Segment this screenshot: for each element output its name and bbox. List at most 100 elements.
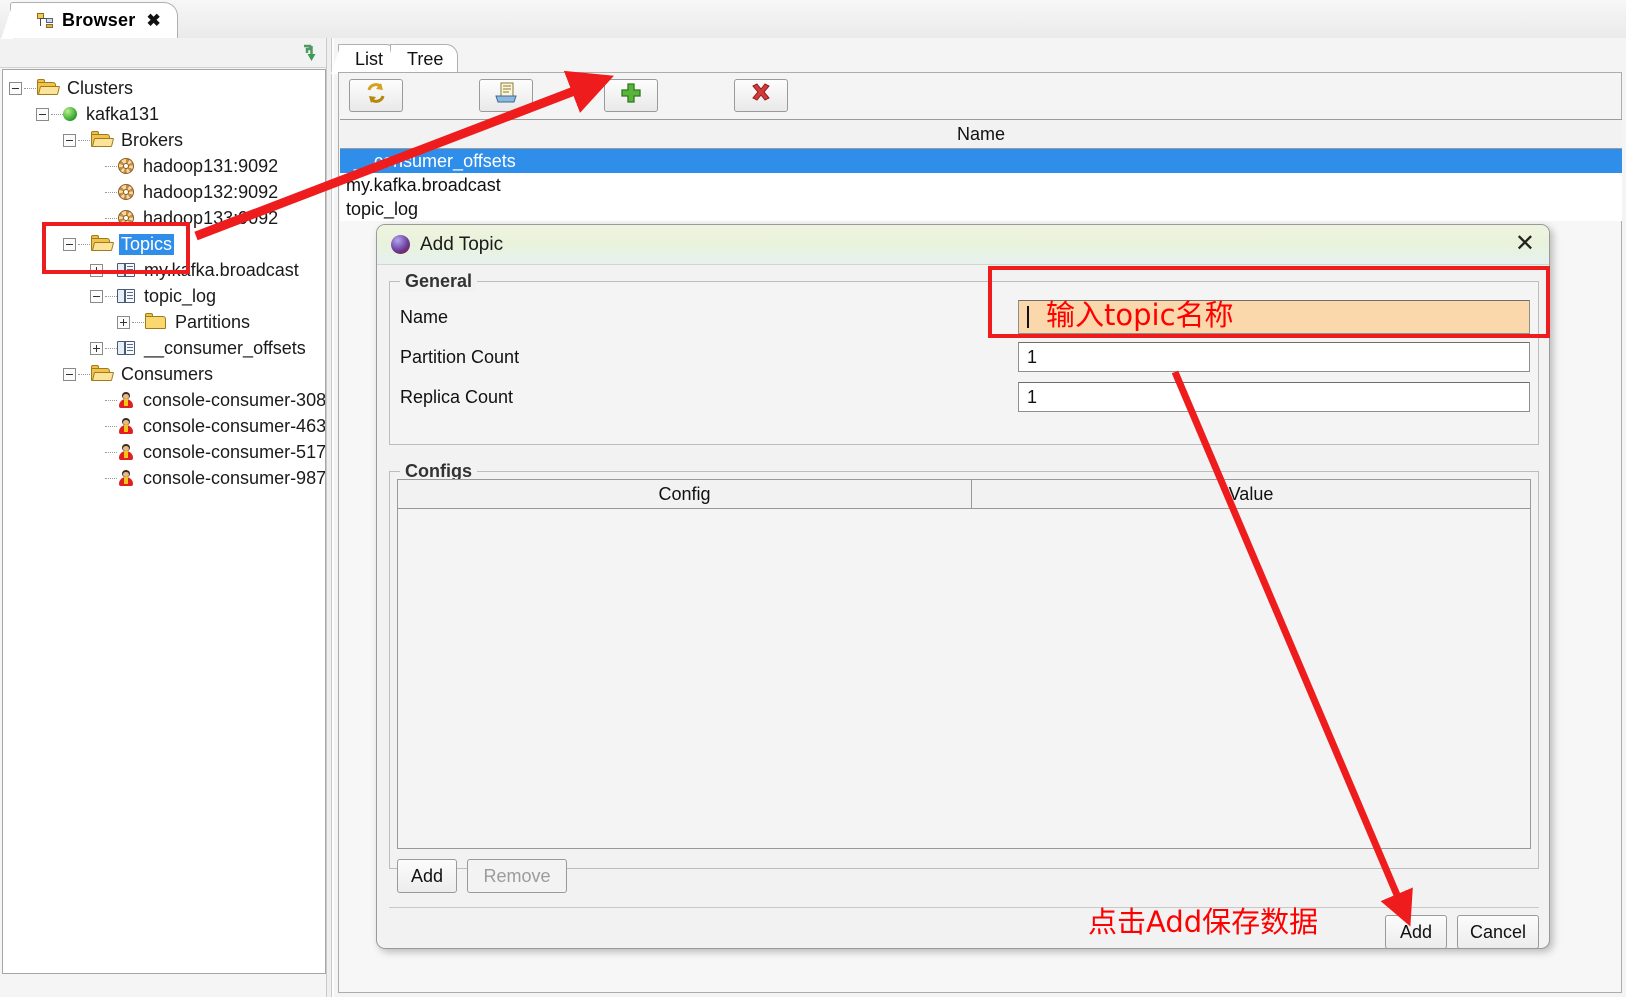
name-label: Name [400,307,449,327]
dialog-title: Add Topic [420,233,504,255]
panel-splitter[interactable] [326,38,332,997]
dialog-footer-divider [389,907,1539,908]
tree-node-console-consumer-517[interactable]: console-consumer-517 [3,439,325,465]
green-plus-icon [620,82,642,109]
collapse-icon[interactable] [9,81,22,95]
tree-node-console-consumer-308[interactable]: console-consumer-308 [3,387,325,413]
tree-connector [105,347,117,349]
delete-button[interactable] [734,79,788,112]
cluster-tree[interactable]: Clusters kafka131 Brokers hadoop131:9092 had… [2,69,326,974]
tree-hierarchy-icon [37,13,54,28]
tree-node-label: kafka131 [86,103,160,124]
replica-count-input[interactable]: 1 [1018,382,1530,412]
topic-name-cell: my.kafka.broadcast [346,174,501,195]
expand-icon[interactable] [90,341,103,355]
tree-node-label: Partitions [175,311,251,332]
annotation-save-hint: 点击Add保存数据 [1088,905,1319,939]
export-button[interactable] [479,79,533,112]
configs-col-value[interactable]: Value [972,480,1530,508]
sidebar-toolbar [0,38,330,68]
config-add-button[interactable]: Add [397,859,457,893]
dialog-cancel-button[interactable]: Cancel [1457,915,1539,948]
tree-node-label: console-consumer-517 [143,441,326,462]
tree-node-label: hadoop131:9092 [143,155,279,176]
replica-count-label: Replica Count [400,387,514,407]
tree-node-consumer-offsets[interactable]: __consumer_offsets [3,335,325,361]
dialog-close-icon[interactable]: ✕ [1515,232,1535,256]
tree-connector [105,451,117,453]
tree-node-label: console-consumer-308 [143,389,326,410]
refresh-arrows-icon [364,81,388,110]
folder-open-icon [36,79,61,97]
tree-node-label: topic_log [144,285,217,306]
tab-browser[interactable]: Browser ✖ [1,2,178,39]
tree-node-label: Consumers [121,363,214,384]
tree-connector [105,191,117,193]
view-tabs: List Tree [330,42,459,74]
tree-node-label: console-consumer-987 [143,467,326,488]
tree-node-kafka131[interactable]: kafka131 [3,101,325,127]
tree-connector [78,373,90,375]
tab-label: Tree [407,49,444,69]
tree-node-hadoop131-9092[interactable]: hadoop131:9092 [3,153,325,179]
list-column-header-name: Name [956,123,1005,144]
collapse-icon[interactable] [36,107,49,121]
topic-book-icon [117,287,137,305]
consumer-icon [117,417,135,435]
gear-icon [117,183,135,201]
collapse-icon[interactable] [90,289,103,303]
partition-count-input[interactable]: 1 [1018,342,1530,372]
tree-node-topic-log[interactable]: topic_log [3,283,325,309]
close-icon[interactable]: ✖ [146,11,160,31]
consumer-icon [117,391,135,409]
tree-node-label: console-consumer-463 [143,415,326,436]
topic-name-cell: __consumer_offsets [354,150,516,171]
config-remove-button[interactable]: Remove [467,859,567,893]
tree-node-label: Brokers [121,129,184,150]
tree-node-hadoop132-9092[interactable]: hadoop132:9092 [3,179,325,205]
red-x-icon [750,82,772,109]
tree-connector [105,477,117,479]
collapse-icon[interactable] [63,133,76,147]
tree-node-console-consumer-987[interactable]: console-consumer-987 [3,465,325,491]
dialog-title-bar: Add Topic ✕ [377,225,1549,265]
topic-name-cell: topic_log [346,198,419,219]
tab-tree[interactable]: Tree [382,44,459,74]
table-row[interactable]: __consumer_offsets [340,149,1622,173]
tree-node-brokers[interactable]: Brokers [3,127,325,153]
tree-node-label: Clusters [67,77,134,98]
table-row[interactable]: topic_log [340,197,1622,221]
green-sphere-icon [63,107,77,121]
refresh-button[interactable] [349,79,403,112]
tree-connector [51,113,63,115]
tree-connector [105,399,117,401]
replica-count-value: 1 [1027,386,1038,407]
topic-book-icon [117,339,137,357]
topic-list-rows: __consumer_offsets my.kafka.broadcast topi… [340,149,1622,221]
tree-connector [105,165,117,167]
consumer-icon [117,443,135,461]
annotation-name-hint: 输入topic名称 [1046,298,1234,332]
consumer-icon [117,469,135,487]
tree-node-consumers[interactable]: Consumers [3,361,325,387]
tree-node-partitions[interactable]: Partitions [3,309,325,335]
collapse-icon[interactable] [63,367,76,381]
configs-col-config[interactable]: Config [398,480,972,508]
list-toolbar [339,73,1621,119]
browser-sidebar: Clusters kafka131 Brokers hadoop131:9092 had… [0,38,330,997]
dialog-cancel-label: Cancel [1469,921,1527,942]
dialog-add-button[interactable]: Add [1385,915,1447,948]
expand-icon[interactable] [117,315,130,329]
collapse-all-icon[interactable] [300,43,320,63]
config-add-label: Add [410,865,444,886]
tree-node-clusters[interactable]: Clusters [3,75,325,101]
add-button[interactable] [604,79,658,112]
table-row[interactable]: my.kafka.broadcast [340,173,1622,197]
tab-browser-label: Browser [62,10,136,30]
folder-open-icon [90,365,115,383]
tree-node-console-consumer-463[interactable]: console-consumer-463 [3,413,325,439]
general-group-legend: General [400,271,478,292]
configs-table-body[interactable] [397,509,1531,849]
partition-count-label: Partition Count [400,347,520,367]
tree-node-label: __consumer_offsets [144,337,306,358]
